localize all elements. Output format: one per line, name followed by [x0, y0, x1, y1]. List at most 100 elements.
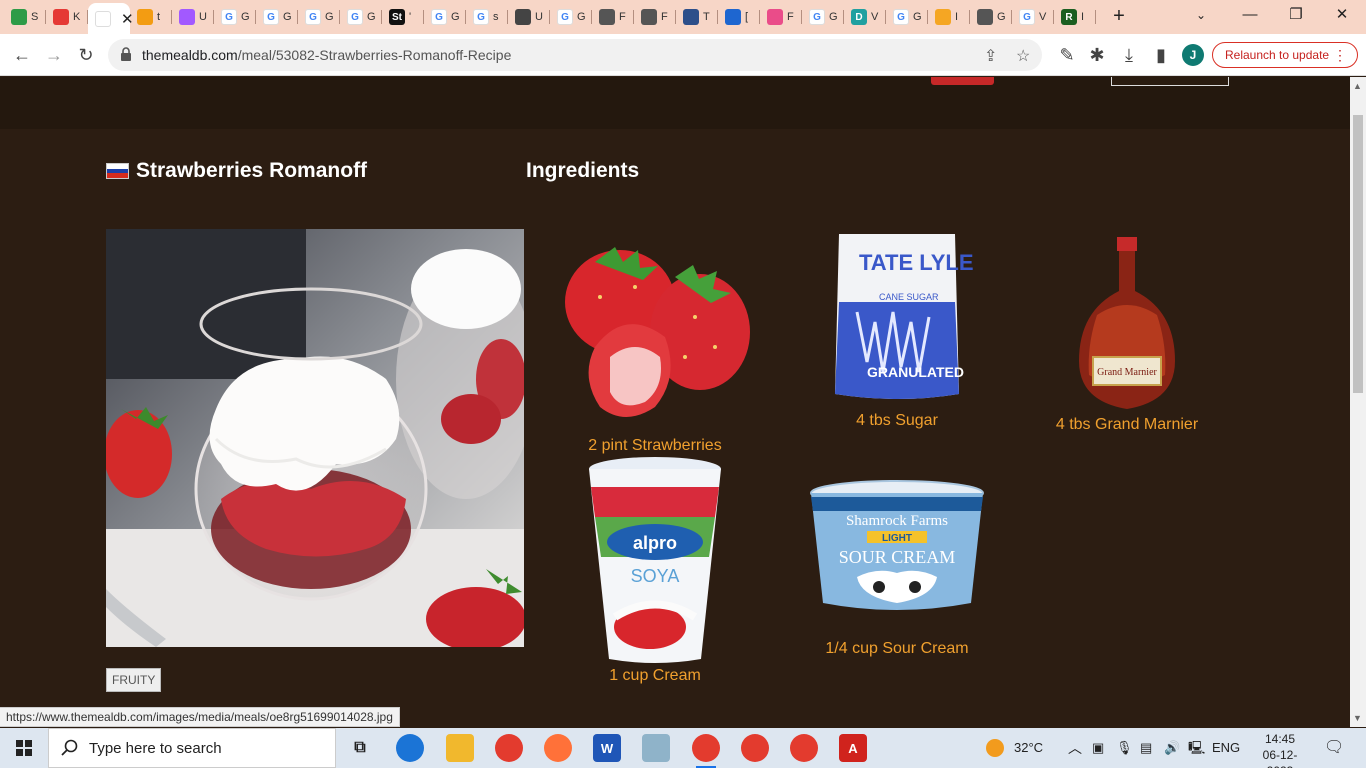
- browser-tab[interactable]: GG: [256, 3, 296, 31]
- tab-favicon-icon: G: [263, 9, 279, 25]
- close-window-button[interactable]: ✕: [1322, 4, 1362, 26]
- ingredient-label[interactable]: 1 cup Cream: [555, 667, 755, 685]
- browser-tab[interactable]: GG: [550, 3, 590, 31]
- browser-tab[interactable]: DV: [844, 3, 884, 31]
- edge-icon[interactable]: [396, 734, 424, 762]
- url-text[interactable]: themealdb.com/meal/53082-Strawberries-Ro…: [142, 47, 511, 63]
- language-indicator[interactable]: ENG: [1212, 728, 1240, 768]
- task-view-icon[interactable]: ⧉: [346, 734, 374, 762]
- tray-device-icon[interactable]: ▣: [1092, 728, 1104, 768]
- scroll-down-arrow[interactable]: ▼: [1353, 713, 1362, 723]
- volume-icon[interactable]: 🔊: [1164, 728, 1180, 768]
- browser-tab[interactable]: S: [4, 3, 44, 31]
- browser-tab[interactable]: GG: [340, 3, 380, 31]
- windows-logo-icon: [16, 740, 32, 756]
- browser-tab[interactable]: GG: [886, 3, 926, 31]
- browser-tab[interactable]: [: [718, 3, 758, 31]
- tag-badge[interactable]: FRUITY: [106, 668, 162, 692]
- new-tab-button[interactable]: +: [1108, 5, 1130, 27]
- chrome-profile-3-icon[interactable]: [790, 734, 818, 762]
- ingredient-grand-marnier[interactable]: Grand Marnier 4 tbs Grand Marnier: [1027, 235, 1227, 440]
- ingredient-sour-cream[interactable]: Shamrock Farms LIGHT SOUR CREAM 1/4 cup …: [797, 477, 997, 662]
- tab-favicon-icon: [767, 9, 783, 25]
- minimize-button[interactable]: —: [1230, 4, 1270, 26]
- bookmark-star-icon[interactable]: ☆: [1016, 46, 1030, 66]
- browser-tab[interactable]: F: [760, 3, 800, 31]
- tab-favicon-icon: R: [1061, 9, 1077, 25]
- browser-tab[interactable]: I: [928, 3, 968, 31]
- tab-favicon-icon: [515, 9, 531, 25]
- browser-tab[interactable]: GV: [1012, 3, 1052, 31]
- tray-display-icon[interactable]: ▤: [1140, 728, 1152, 768]
- network-icon[interactable]: 🖳: [1188, 728, 1205, 768]
- browser-tab[interactable]: F: [634, 3, 674, 31]
- word-icon[interactable]: W: [593, 734, 621, 762]
- browser-tab[interactable]: GG: [214, 3, 254, 31]
- taskbar-search-box[interactable]: Type here to search: [48, 728, 336, 768]
- browser-tab[interactable]: F: [592, 3, 632, 31]
- tab-title: V: [871, 11, 879, 23]
- lock-icon[interactable]: [120, 47, 132, 61]
- browser-tab[interactable]: Gs: [466, 3, 506, 31]
- tab-title: K: [73, 11, 81, 23]
- browser-tab[interactable]: U: [172, 3, 212, 31]
- browser-tab[interactable]: S✕: [88, 3, 134, 34]
- side-panel-icon[interactable]: ▮: [1149, 44, 1173, 68]
- ingredient-label[interactable]: 1/4 cup Sour Cream: [797, 640, 997, 658]
- chrome-icon[interactable]: [495, 734, 523, 762]
- back-button[interactable]: ←: [10, 44, 34, 68]
- restore-button[interactable]: ❐: [1276, 4, 1316, 26]
- ingredient-strawberries[interactable]: 2 pint Strawberries: [555, 237, 755, 457]
- browser-tab[interactable]: RI: [1054, 3, 1094, 31]
- notepad-icon[interactable]: [642, 734, 670, 762]
- extensions-puzzle-icon[interactable]: ✱: [1085, 44, 1109, 68]
- scrollbar-thumb[interactable]: [1353, 115, 1363, 393]
- meal-photo[interactable]: [106, 229, 524, 647]
- tab-favicon-icon: G: [347, 9, 363, 25]
- browser-tab[interactable]: GG: [298, 3, 338, 31]
- clock-date: 06-12-2023: [1262, 748, 1298, 768]
- browser-tab[interactable]: t: [130, 3, 170, 31]
- forward-button[interactable]: →: [42, 44, 66, 68]
- browser-tab[interactable]: St ': [382, 3, 422, 31]
- weather-temp[interactable]: 32°C: [1014, 728, 1043, 768]
- file-explorer-icon[interactable]: [446, 734, 474, 762]
- chrome-profile-icon[interactable]: [692, 734, 720, 768]
- browser-tab[interactable]: GG: [802, 3, 842, 31]
- browser-tab[interactable]: GG: [424, 3, 464, 31]
- header-red-button[interactable]: [931, 77, 994, 85]
- browser-tab[interactable]: G: [970, 3, 1010, 31]
- profile-avatar[interactable]: J: [1182, 44, 1204, 66]
- browser-tab[interactable]: K: [46, 3, 86, 31]
- ingredient-label[interactable]: 4 tbs Sugar: [797, 412, 997, 430]
- notifications-icon[interactable]: 🗨: [1324, 728, 1344, 768]
- ingredient-label[interactable]: 2 pint Strawberries: [555, 437, 755, 455]
- download-icon[interactable]: ⤓: [1117, 44, 1141, 68]
- scroll-up-arrow[interactable]: ▲: [1353, 81, 1362, 91]
- browser-tab[interactable]: U: [508, 3, 548, 31]
- tab-favicon-icon: G: [557, 9, 573, 25]
- page-scrollbar[interactable]: ▲ ▼: [1350, 77, 1366, 727]
- weather-icon[interactable]: [984, 728, 1008, 768]
- ingredient-cream[interactable]: alpro SOYA 1 cup Cream: [555, 457, 755, 687]
- tab-search-button[interactable]: ⌄: [1196, 8, 1206, 22]
- tab-title: G: [451, 11, 459, 23]
- relaunch-button[interactable]: Relaunch to update ⋮: [1212, 42, 1358, 68]
- ingredient-label[interactable]: 4 tbs Grand Marnier: [1027, 416, 1227, 434]
- browser-tab[interactable]: T: [676, 3, 716, 31]
- more-menu-icon[interactable]: ⋮: [1333, 43, 1347, 67]
- ingredient-sugar[interactable]: TATE LYLE CANE SUGAR GRANULATED 4 tbs Su…: [797, 232, 997, 432]
- acrobat-icon[interactable]: A: [839, 734, 867, 762]
- microphone-icon[interactable]: 🎙: [1116, 728, 1133, 768]
- extension-pen-icon[interactable]: ✎: [1055, 44, 1079, 68]
- address-bar[interactable]: themealdb.com/meal/53082-Strawberries-Ro…: [108, 39, 1042, 71]
- taskbar-clock[interactable]: 14:45 06-12-2023: [1252, 731, 1308, 768]
- reload-button[interactable]: ↻: [74, 44, 98, 68]
- start-button[interactable]: [0, 728, 48, 768]
- firefox-icon[interactable]: [544, 734, 572, 762]
- chrome-profile-2-icon[interactable]: [741, 734, 769, 762]
- tray-chevron-icon[interactable]: ︿: [1068, 728, 1082, 768]
- share-icon[interactable]: ⇪: [984, 46, 997, 66]
- tab-title: G: [577, 11, 585, 23]
- header-search-box[interactable]: [1111, 77, 1229, 86]
